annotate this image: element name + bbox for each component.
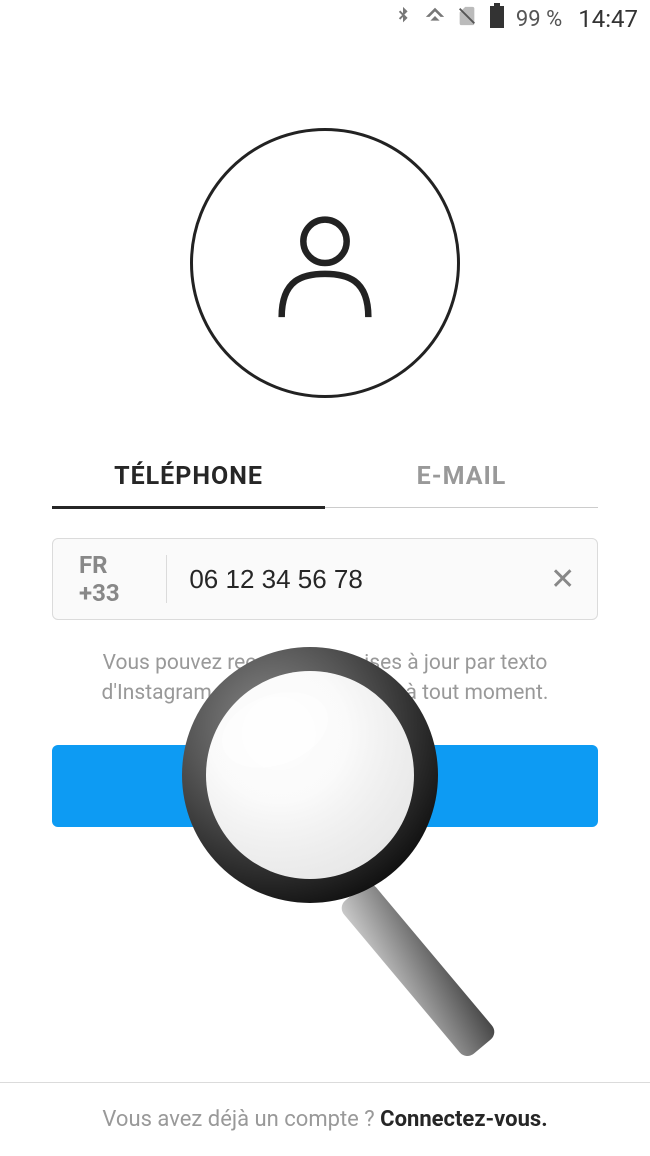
country-code-label: FR +33 (79, 551, 140, 607)
battery-percentage: 99 % (516, 7, 562, 32)
tab-phone-label: TÉLÉPHONE (114, 462, 263, 491)
clear-input-button[interactable]: ✕ (546, 559, 579, 599)
avatar-placeholder (190, 128, 460, 398)
tab-bar: TÉLÉPHONE E-MAIL (52, 446, 598, 508)
battery-icon (488, 3, 506, 35)
tab-email[interactable]: E-MAIL (325, 446, 598, 507)
login-link[interactable]: Connectez-vous. (380, 1107, 547, 1132)
tab-phone[interactable]: TÉLÉPHONE (52, 446, 325, 507)
wifi-icon (424, 5, 446, 33)
footer-prompt: Vous avez déjà un compte ? (102, 1107, 380, 1132)
clock-time: 14:47 (578, 5, 638, 33)
sim-icon (456, 5, 478, 33)
sms-hint-text: Vous pouvez recevoir des mises à jour pa… (52, 648, 598, 709)
phone-number-input[interactable] (167, 564, 546, 595)
footer: Vous avez déjà un compte ? Connectez-vou… (0, 1082, 650, 1156)
status-bar: 99 % 14:47 (0, 0, 650, 38)
next-button-label: Next (295, 770, 356, 801)
bluetooth-icon (392, 5, 414, 33)
signup-content: TÉLÉPHONE E-MAIL FR +33 ✕ Vous pouvez re… (0, 38, 650, 827)
next-button[interactable]: Next (52, 745, 598, 827)
country-code-selector[interactable]: FR +33 (53, 555, 167, 603)
close-icon: ✕ (550, 562, 575, 597)
phone-input-row: FR +33 ✕ (52, 538, 598, 620)
tab-email-label: E-MAIL (417, 462, 507, 491)
user-icon (260, 198, 390, 328)
